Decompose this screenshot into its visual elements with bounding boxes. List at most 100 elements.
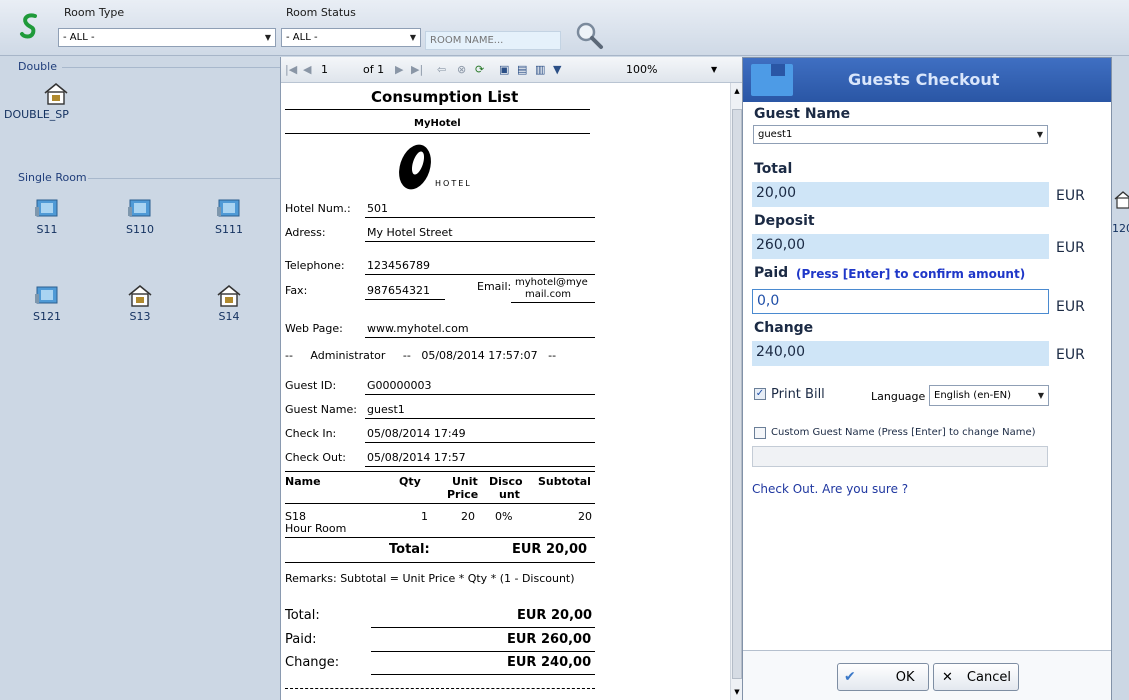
scroll-thumb[interactable] — [732, 109, 742, 679]
email-value-2: mail.com — [525, 289, 571, 300]
prev-page-icon[interactable]: ◀ — [303, 63, 311, 76]
custom-name-label: Custom Guest Name (Press [Enter] to chan… — [771, 427, 1036, 438]
room-name-partial[interactable]: 120 — [1112, 222, 1129, 235]
back-icon[interactable]: ⇦ — [437, 63, 446, 76]
custom-name-checkbox[interactable] — [754, 427, 766, 439]
divider — [365, 217, 595, 218]
page-break-line — [285, 688, 595, 689]
report-viewer: |◀ ◀ 1 of 1 ▶ ▶| ⇦ ⊗ ⟳ ▣ ▤ ▥ ▼ 100% ▼ ▲ … — [280, 57, 743, 700]
house-icon — [1114, 190, 1129, 210]
sum-change-label: Change: — [285, 655, 340, 670]
deposit-label: Deposit — [754, 213, 815, 229]
confirm-message: Check Out. Are you sure ? — [752, 482, 909, 496]
col-unit-price-1: Unit — [452, 475, 478, 488]
page-number-input[interactable]: 1 — [321, 63, 328, 76]
language-label: Language — [871, 390, 926, 403]
deposit-field[interactable]: 260,00 — [752, 234, 1049, 259]
language-select[interactable]: English (en-EN) ▼ — [929, 385, 1049, 406]
custom-name-input[interactable] — [752, 446, 1048, 467]
room-status-select[interactable]: - ALL - ▼ — [281, 28, 421, 47]
paid-currency: EUR — [1056, 299, 1085, 315]
close-icon: ✕ — [942, 669, 953, 685]
cancel-button[interactable]: ✕ Cancel — [933, 663, 1019, 691]
page-setup-icon[interactable]: ▤ — [517, 63, 527, 76]
layout-icon[interactable]: ▥ — [535, 63, 545, 76]
top-toolbar: Room Type - ALL - ▼ Room Status - ALL - … — [0, 0, 1129, 56]
ok-button[interactable]: ✔ OK — [837, 663, 929, 691]
room-tile-s110[interactable]: S110 — [110, 197, 170, 236]
divider — [365, 418, 595, 419]
chevron-down-icon[interactable]: ▼ — [711, 65, 717, 74]
room-name: DOUBLE_SP — [4, 108, 69, 121]
operator-line: -- Administrator -- 05/08/2014 17:57:07 … — [285, 349, 557, 362]
telephone-label: Telephone: — [285, 259, 345, 272]
next-page-icon[interactable]: ▶ — [395, 63, 403, 76]
room-tile-s14[interactable]: S14 — [199, 284, 259, 323]
checkmark-icon: ✔ — [844, 669, 856, 685]
total-label: Total — [754, 161, 793, 177]
divider — [371, 651, 595, 652]
report-toolbar: |◀ ◀ 1 of 1 ▶ ▶| ⇦ ⊗ ⟳ ▣ ▤ ▥ ▼ 100% ▼ — [281, 57, 743, 83]
total-field[interactable]: 20,00 — [752, 182, 1049, 207]
address-value: My Hotel Street — [367, 226, 453, 239]
search-icon[interactable] — [573, 20, 605, 50]
logo-text: HOTEL — [435, 179, 472, 188]
divider — [365, 466, 595, 467]
guest-name-value: guest1 — [758, 129, 793, 140]
zoom-value[interactable]: 100% — [626, 63, 657, 76]
guest-name-select[interactable]: guest1 ▼ — [753, 125, 1048, 144]
occupied-room-icon — [34, 284, 60, 306]
webpage-label: Web Page: — [285, 322, 343, 335]
check-out-label: Check Out: — [285, 451, 346, 464]
room-name-input[interactable] — [425, 31, 561, 50]
group-title-double: Double — [18, 60, 57, 73]
sum-change-value: EUR 240,00 — [507, 655, 592, 670]
stop-icon[interactable]: ⊗ — [457, 63, 466, 76]
room-name: S110 — [126, 223, 154, 236]
sum-total-label: Total: — [285, 608, 320, 623]
divider — [62, 67, 280, 68]
first-page-icon[interactable]: |◀ — [285, 63, 297, 76]
room-tile-s121[interactable]: S121 — [17, 284, 77, 323]
room-status-label: Room Status — [286, 6, 356, 19]
room-tile-s13[interactable]: S13 — [110, 284, 170, 323]
divider — [371, 674, 595, 675]
room-type-value: - ALL - — [63, 32, 95, 43]
refresh-icon[interactable]: ⟳ — [475, 63, 484, 76]
paid-label: Paid — [754, 265, 789, 281]
guest-id-label: Guest ID: — [285, 379, 337, 392]
room-name: S14 — [218, 310, 240, 323]
room-tile-s11[interactable]: S11 — [17, 197, 77, 236]
guest-name-label: Guest Name: — [285, 403, 357, 416]
room-tile-s111[interactable]: S111 — [199, 197, 259, 236]
export-icon[interactable]: ▼ — [553, 63, 561, 76]
deposit-currency: EUR — [1056, 240, 1085, 256]
col-unit-price-2: Price — [447, 488, 479, 501]
rooms-pane: Double DOUBLE_SP Single Room S11 S110 S1… — [0, 57, 280, 700]
print-bill-checkbox[interactable]: ✓ — [754, 388, 766, 400]
change-field[interactable]: 240,00 — [752, 341, 1049, 366]
room-name: S121 — [33, 310, 61, 323]
room-type-select[interactable]: - ALL - ▼ — [58, 28, 276, 47]
page-count: of 1 — [363, 63, 385, 76]
last-page-icon[interactable]: ▶| — [411, 63, 423, 76]
guest-id-value: G00000003 — [367, 379, 432, 392]
print-icon[interactable]: ▣ — [499, 63, 509, 76]
house-icon — [43, 82, 69, 105]
sum-paid-label: Paid: — [285, 632, 317, 647]
paid-field[interactable]: 0,0 — [752, 289, 1049, 314]
hotel-num-label: Hotel Num.: — [285, 202, 351, 215]
guest-name-value: guest1 — [367, 403, 405, 416]
guest-name-label: Guest Name — [754, 106, 851, 122]
room-name: S13 — [129, 310, 151, 323]
divider — [365, 274, 595, 275]
telephone-value: 123456789 — [367, 259, 430, 272]
chevron-down-icon: ▼ — [409, 33, 416, 42]
total-currency: EUR — [1056, 188, 1085, 204]
remarks: Remarks: Subtotal = Unit Price * Qty * (… — [285, 572, 575, 585]
rooms-pane-overflow: 120 — [1112, 57, 1129, 700]
sum-total-value: EUR 20,00 — [517, 608, 593, 623]
fax-label: Fax: — [285, 284, 308, 297]
divider — [365, 442, 595, 443]
room-tile-double-sp[interactable]: DOUBLE_SP — [4, 82, 96, 121]
